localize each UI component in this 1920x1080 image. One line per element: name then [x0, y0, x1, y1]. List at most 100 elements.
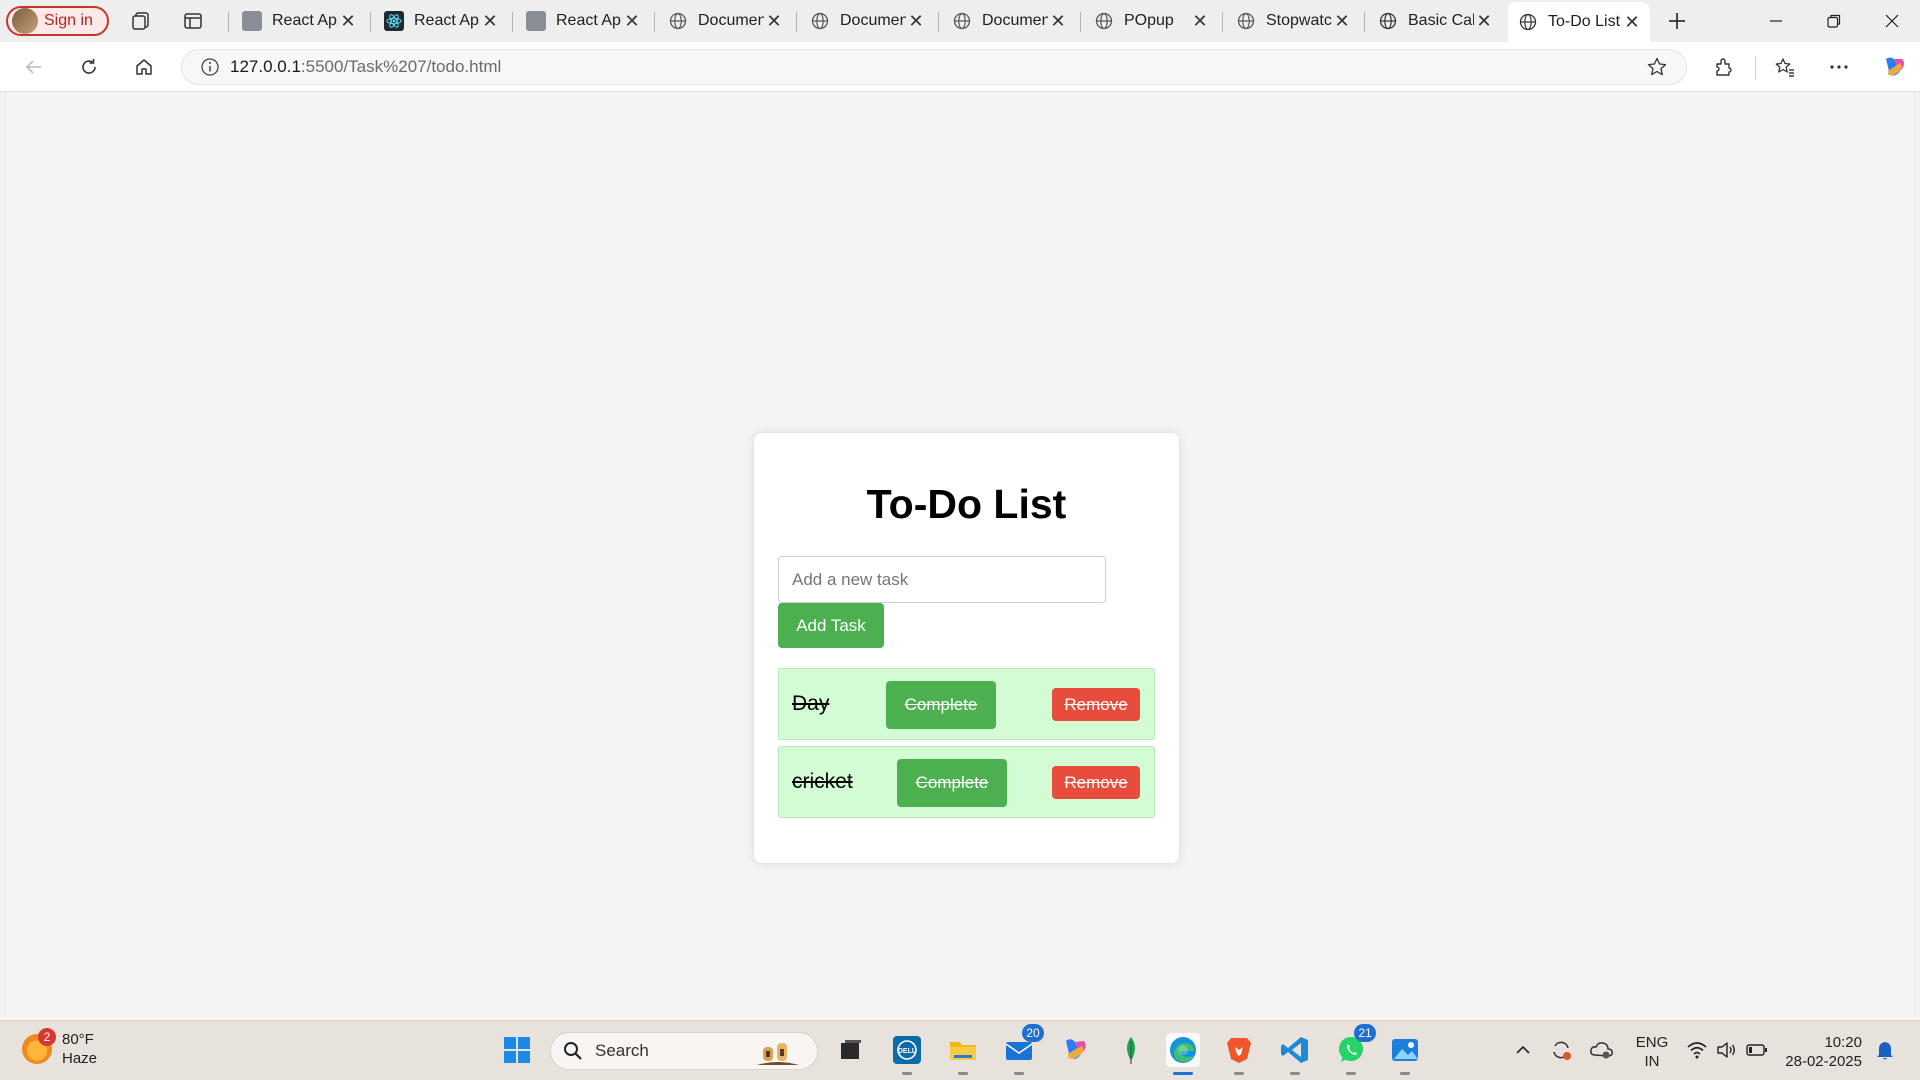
brave-browser-icon[interactable] — [1222, 1033, 1256, 1075]
mongodb-icon[interactable] — [1114, 1033, 1148, 1067]
close-window-icon[interactable] — [1864, 0, 1920, 42]
weather-sun-icon: 2 — [22, 1028, 56, 1064]
running-indicator — [902, 1072, 912, 1075]
tab-document-3[interactable]: Documen ✕ — [942, 4, 1076, 38]
tab-separator — [228, 12, 229, 32]
favorites-icon[interactable] — [1767, 50, 1803, 84]
tab-close-icon[interactable]: ✕ — [1332, 11, 1352, 31]
react-favicon-icon — [526, 11, 546, 31]
copilot-app-icon[interactable] — [1058, 1033, 1092, 1067]
tab-document-1[interactable]: Documen ✕ — [658, 4, 792, 38]
refresh-icon[interactable] — [71, 50, 107, 84]
taskbar-search[interactable]: Search — [550, 1032, 818, 1070]
tab-close-icon[interactable]: ✕ — [622, 11, 642, 31]
sync-icon[interactable] — [1544, 1033, 1578, 1067]
complete-button[interactable]: Complete — [886, 681, 996, 729]
search-label: Search — [595, 1041, 649, 1060]
home-icon[interactable] — [126, 50, 162, 84]
tab-react-app-3[interactable]: React App ✕ — [516, 4, 650, 38]
tab-close-icon[interactable]: ✕ — [1474, 11, 1494, 31]
mail-badge: 20 — [1022, 1024, 1044, 1042]
battery-icon[interactable] — [1740, 1033, 1774, 1067]
clock-time: 10:20 — [1824, 1034, 1862, 1051]
edge-browser-icon[interactable] — [1166, 1033, 1200, 1075]
more-options-icon[interactable] — [1821, 50, 1857, 84]
show-hidden-icons-icon[interactable] — [1506, 1033, 1540, 1067]
tab-close-icon[interactable]: ✕ — [1622, 12, 1642, 32]
add-task-button[interactable]: Add Task — [778, 603, 884, 648]
notification-bell-icon[interactable] — [1868, 1033, 1902, 1067]
weather-temperature: 80°F — [62, 1031, 94, 1048]
tab-to-do-list[interactable]: To-Do List ✕ — [1508, 2, 1650, 42]
tab-close-icon[interactable]: ✕ — [906, 11, 926, 31]
react-favicon-icon — [242, 11, 262, 31]
minimize-icon[interactable] — [1748, 0, 1804, 42]
tab-close-icon[interactable]: ✕ — [764, 11, 784, 31]
vscode-icon[interactable] — [1278, 1033, 1312, 1075]
url-host: 127.0.0.1 — [230, 57, 301, 76]
new-task-input[interactable] — [778, 556, 1106, 603]
tab-close-icon[interactable]: ✕ — [338, 11, 358, 31]
tab-close-icon[interactable]: ✕ — [1048, 11, 1068, 31]
active-indicator — [1173, 1072, 1193, 1075]
tab-close-icon[interactable]: ✕ — [1190, 11, 1210, 31]
globe-icon — [1378, 11, 1398, 31]
tab-basic-calc[interactable]: Basic Calc ✕ — [1368, 4, 1502, 38]
weather-widget[interactable]: 2 80°F Haze — [22, 1028, 97, 1068]
sign-in-button[interactable]: Sign in — [6, 6, 109, 36]
volume-icon[interactable] — [1710, 1033, 1744, 1067]
globe-icon — [1236, 11, 1256, 31]
tab-react-app-1[interactable]: React App ✕ — [232, 4, 366, 38]
react-favicon-icon — [384, 11, 404, 31]
dell-app-icon[interactable]: DELL — [890, 1033, 924, 1075]
remove-button[interactable]: Remove — [1052, 688, 1140, 721]
complete-button[interactable]: Complete — [897, 759, 1007, 807]
copilot-icon[interactable] — [1876, 50, 1912, 84]
favorite-star-icon[interactable] — [1646, 56, 1668, 83]
address-bar[interactable]: 127.0.0.1:5500/Task%207/todo.html — [181, 49, 1687, 85]
tab-separator — [1080, 12, 1081, 32]
globe-icon — [810, 11, 830, 31]
extensions-icon[interactable] — [1706, 50, 1742, 84]
tab-document-2[interactable]: Documen ✕ — [800, 4, 934, 38]
tab-stopwatch[interactable]: Stopwatc ✕ — [1226, 4, 1360, 38]
whatsapp-icon[interactable]: 21 — [1334, 1024, 1376, 1075]
tab-react-app-2[interactable]: React App ✕ — [374, 4, 508, 38]
running-indicator — [958, 1072, 968, 1075]
photos-app-icon[interactable] — [1388, 1033, 1422, 1075]
url-path: :5500/Task%207/todo.html — [300, 57, 502, 76]
input-language[interactable]: ENG IN — [1632, 1033, 1672, 1071]
file-explorer-icon[interactable] — [946, 1033, 980, 1075]
workspaces-icon[interactable] — [126, 7, 156, 35]
restore-icon[interactable] — [1806, 0, 1862, 42]
tab-separator — [796, 12, 797, 32]
tab-close-icon[interactable]: ✕ — [480, 11, 500, 31]
system-clock[interactable]: 10:20 28-02-2025 — [1782, 1033, 1862, 1071]
browser-toolbar: 127.0.0.1:5500/Task%207/todo.html — [0, 42, 1920, 92]
task-view-icon[interactable] — [834, 1033, 868, 1067]
search-icon — [564, 1042, 582, 1060]
browser-tab-strip: Sign in React App ✕ React App ✕ React Ap… — [0, 0, 1920, 42]
weather-badge: 2 — [38, 1028, 56, 1046]
windows-start-icon[interactable] — [500, 1033, 534, 1067]
wifi-icon[interactable] — [1680, 1033, 1714, 1067]
profile-avatar — [12, 8, 38, 34]
tab-actions-icon[interactable] — [178, 7, 208, 35]
site-info-icon[interactable] — [190, 57, 230, 77]
tab-separator — [512, 12, 513, 32]
tab-separator — [370, 12, 371, 32]
remove-button[interactable]: Remove — [1052, 766, 1140, 799]
tab-popup[interactable]: POpup ✕ — [1084, 4, 1218, 38]
back-arrow-icon[interactable] — [16, 50, 52, 84]
new-tab-icon[interactable] — [1662, 7, 1692, 35]
network-cloud-icon[interactable] — [1585, 1033, 1619, 1067]
windows-taskbar: 2 80°F Haze Search DELL 20 21 ENG IN 10:… — [0, 1020, 1920, 1080]
task-item: Day Complete Remove — [778, 668, 1155, 740]
task-item: cricket Complete Remove — [778, 746, 1155, 818]
mail-icon[interactable]: 20 — [1002, 1024, 1044, 1075]
tab-separator — [938, 12, 939, 32]
running-indicator — [1234, 1072, 1244, 1075]
running-indicator — [1290, 1072, 1300, 1075]
clock-date: 28-02-2025 — [1785, 1053, 1862, 1070]
tab-label: Documen — [840, 12, 906, 29]
